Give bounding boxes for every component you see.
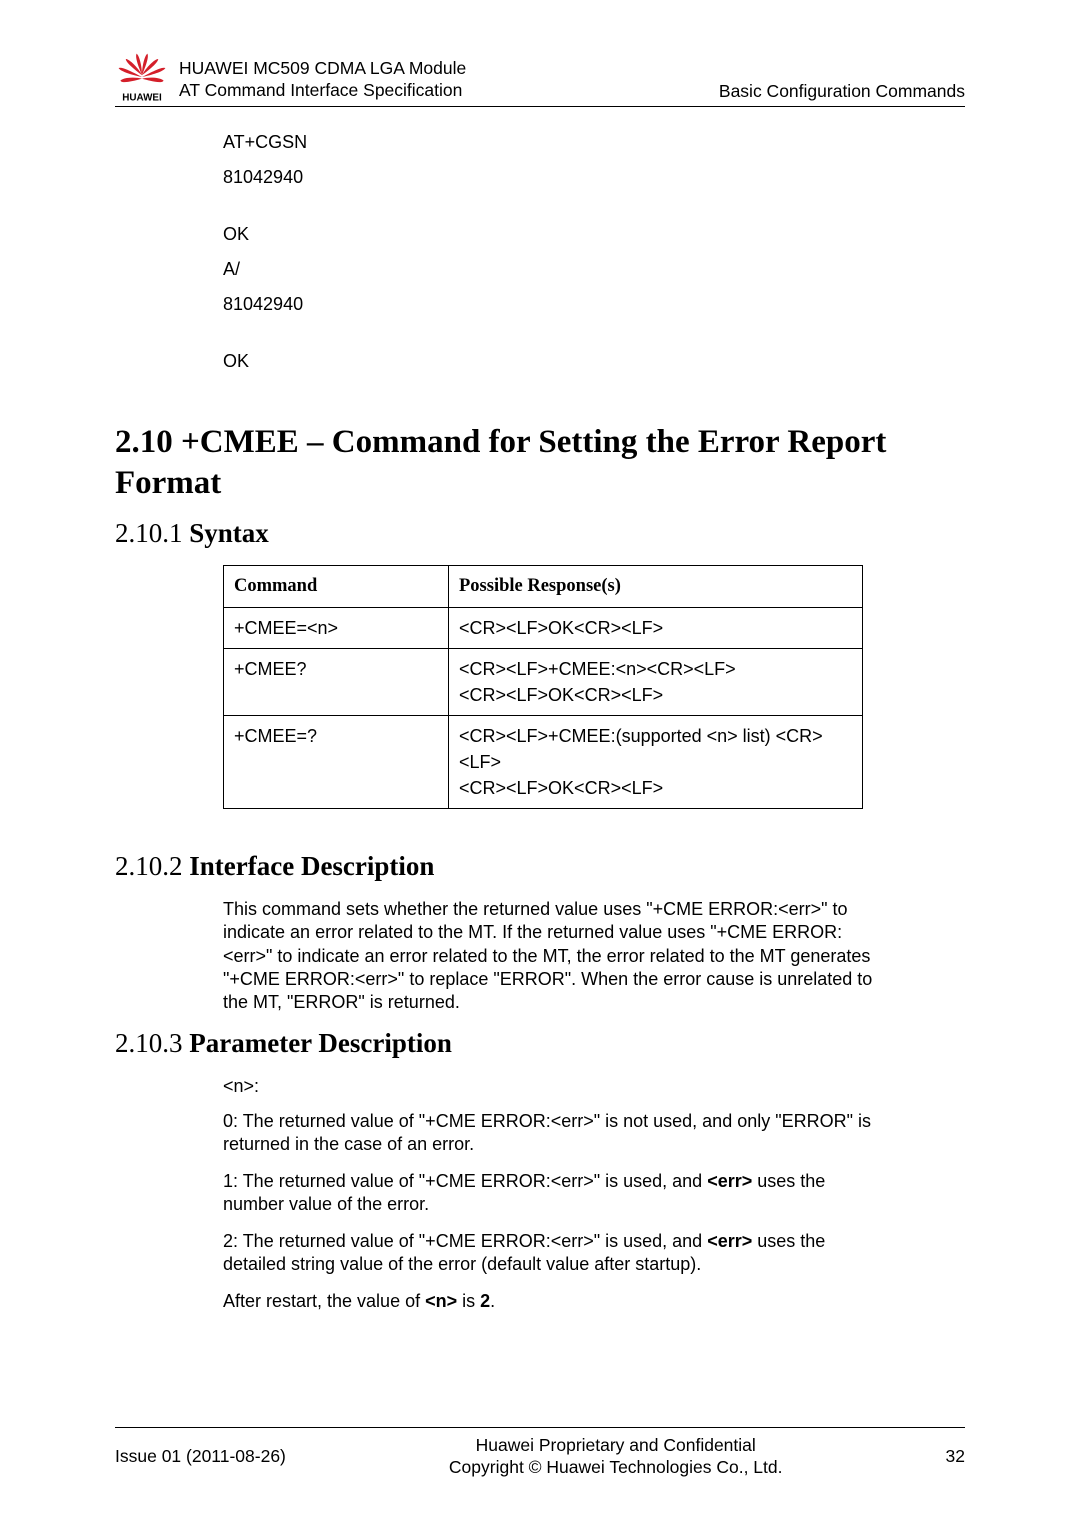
resp-line: <CR><LF>OK<CR><LF> — [459, 775, 852, 801]
footer-center: Huawei Proprietary and Confidential Copy… — [286, 1434, 946, 1480]
page-footer: Issue 01 (2011-08-26) Huawei Proprietary… — [115, 1427, 965, 1480]
table-header-row: Command Possible Response(s) — [224, 566, 863, 608]
bold-2: 2 — [480, 1291, 490, 1311]
param-after-restart: After restart, the value of <n> is 2. — [223, 1290, 873, 1313]
subsection-parameter-desc: 2.10.3 Parameter Description — [115, 1028, 965, 1059]
cmd-cell: +CMEE=<n> — [224, 607, 449, 648]
footer-issue: Issue 01 (2011-08-26) — [115, 1446, 286, 1467]
header-left-titles: HUAWEI MC509 CDMA LGA Module AT Command … — [179, 58, 719, 104]
text-fragment: 2: The returned value of "+CME ERROR:<er… — [223, 1231, 707, 1251]
resp-line: <CR><LF>OK<CR><LF> — [459, 682, 852, 708]
subsection-interface-desc: 2.10.2 Interface Description — [115, 851, 965, 882]
bold-n: <n> — [425, 1291, 457, 1311]
param-0-text: 0: The returned value of "+CME ERROR:<er… — [223, 1110, 873, 1156]
code-line: AT+CGSN — [223, 125, 965, 160]
bold-err: <err> — [707, 1231, 752, 1251]
subsection-title: Interface Description — [189, 851, 434, 881]
code-line: OK — [223, 344, 965, 379]
logo-text: HUAWEI — [122, 92, 162, 103]
table-row: +CMEE? <CR><LF>+CMEE:<n><CR><LF> <CR><LF… — [224, 648, 863, 715]
param-n-label: <n>: — [223, 1075, 873, 1098]
subsection-title: Parameter Description — [189, 1028, 452, 1058]
huawei-logo-icon: HUAWEI — [115, 50, 169, 104]
cmd-cell: +CMEE=? — [224, 716, 449, 809]
param-1-text: 1: The returned value of "+CME ERROR:<er… — [223, 1170, 873, 1216]
param-2-text: 2: The returned value of "+CME ERROR:<er… — [223, 1230, 873, 1276]
syntax-table: Command Possible Response(s) +CMEE=<n> <… — [223, 565, 863, 809]
resp-cell: <CR><LF>OK<CR><LF> — [449, 607, 863, 648]
resp-cell: <CR><LF>+CMEE:<n><CR><LF> <CR><LF>OK<CR>… — [449, 648, 863, 715]
example-code-block: AT+CGSN 81042940 OK A/ 81042940 OK — [223, 125, 965, 380]
text-fragment: 1: The returned value of "+CME ERROR:<er… — [223, 1171, 707, 1191]
resp-line: <CR><LF>+CMEE:<n><CR><LF> — [459, 656, 852, 682]
subsection-number: 2.10.3 — [115, 1028, 189, 1058]
code-line: 81042940 — [223, 160, 965, 195]
footer-page-number: 32 — [946, 1446, 965, 1467]
code-line: A/ — [223, 252, 965, 287]
text-fragment: After restart, the value of — [223, 1291, 425, 1311]
resp-line: <CR><LF>+CMEE:(supported <n> list) <CR><… — [459, 723, 852, 775]
text-fragment: . — [490, 1291, 495, 1311]
footer-copyright: Copyright © Huawei Technologies Co., Ltd… — [286, 1456, 946, 1479]
subsection-number: 2.10.1 — [115, 518, 189, 548]
interface-description-text: This command sets whether the returned v… — [223, 898, 873, 1013]
page-header: HUAWEI HUAWEI MC509 CDMA LGA Module AT C… — [115, 50, 965, 107]
cmd-cell: +CMEE? — [224, 648, 449, 715]
code-line: OK — [223, 217, 965, 252]
code-line: 81042940 — [223, 287, 965, 322]
section-heading-2-10: 2.10 +CMEE – Command for Setting the Err… — [115, 422, 965, 505]
table-header-command: Command — [224, 566, 449, 608]
doc-title-line2: AT Command Interface Specification — [179, 80, 719, 102]
subsection-syntax: 2.10.1 Syntax — [115, 518, 965, 549]
text-fragment: is — [457, 1291, 480, 1311]
subsection-title: Syntax — [189, 518, 269, 548]
subsection-number: 2.10.2 — [115, 851, 189, 881]
doc-title-line1: HUAWEI MC509 CDMA LGA Module — [179, 58, 719, 80]
header-right-chapter: Basic Configuration Commands — [719, 81, 965, 104]
resp-cell: <CR><LF>+CMEE:(supported <n> list) <CR><… — [449, 716, 863, 809]
table-row: +CMEE=? <CR><LF>+CMEE:(supported <n> lis… — [224, 716, 863, 809]
table-header-response: Possible Response(s) — [449, 566, 863, 608]
table-row: +CMEE=<n> <CR><LF>OK<CR><LF> — [224, 607, 863, 648]
bold-err: <err> — [707, 1171, 752, 1191]
footer-proprietary: Huawei Proprietary and Confidential — [286, 1434, 946, 1457]
